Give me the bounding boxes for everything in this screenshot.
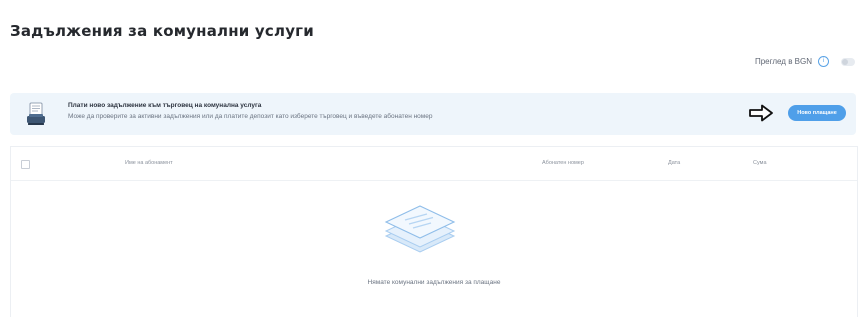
info-icon[interactable]: i [818,56,829,67]
banner-title: Плати ново задължение към търговец на ко… [68,102,262,109]
table-header: Име на абонамент Абонатен номер Дата Сум… [11,147,857,181]
top-bar [0,0,867,10]
currency-toggle[interactable] [841,57,855,66]
column-header-subscription-name[interactable]: Име на абонамент [125,160,173,166]
document-stamp-icon [27,102,45,125]
column-header-amount[interactable]: Сума [753,160,767,166]
new-payment-button[interactable]: Ново плащане [788,105,846,121]
banner-text: Може да проверите за активни задължения … [68,113,433,120]
empty-stack-icon [384,205,456,253]
arrow-right-icon [749,104,773,122]
utility-bills-table: Име на абонамент Абонатен номер Дата Сум… [10,146,858,317]
column-header-subscriber-number[interactable]: Абонатен номер [542,160,584,166]
page-title: Задължения за комунални услуги [10,22,314,40]
currency-view-label: Преглед в BGN [754,57,812,66]
column-header-date[interactable]: Дата [668,160,680,166]
currency-view-toggle-row: Преглед в BGN i [755,56,855,67]
empty-state-message: Нямате комунални задължения за плащане [367,279,501,286]
select-all-checkbox[interactable] [21,160,30,169]
new-payment-banner: Плати ново задължение към търговец на ко… [10,93,856,135]
